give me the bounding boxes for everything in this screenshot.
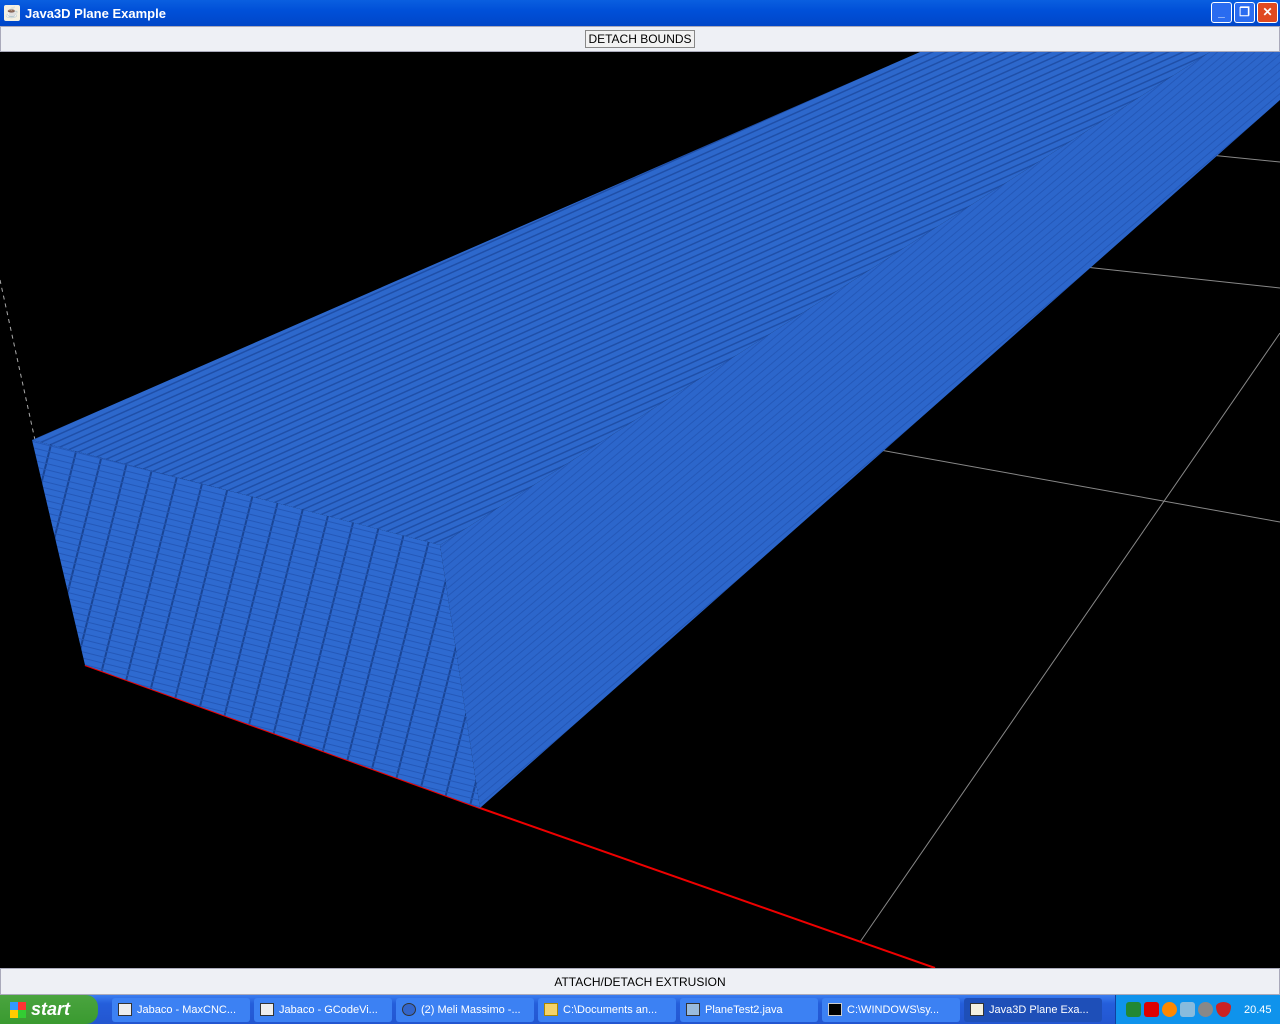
grid-line [1084, 266, 1280, 289]
task-label: (2) Meli Massimo -... [421, 1003, 521, 1016]
taskbar-item[interactable]: C:\Documents an... [538, 997, 676, 1022]
minimize-button[interactable]: _ [1211, 2, 1232, 23]
start-button[interactable]: start [0, 995, 98, 1024]
detach-bounds-button[interactable]: DETACH BOUNDS [585, 30, 695, 48]
taskbar-item-active[interactable]: Java3D Plane Exa... [964, 997, 1102, 1022]
grid-line [1209, 154, 1280, 163]
editor-icon [686, 1003, 700, 1016]
taskbar: start Jabaco - MaxCNC... Jabaco - GCodeV… [0, 995, 1280, 1024]
taskbar-item[interactable]: C:\WINDOWS\sy... [822, 997, 960, 1022]
taskbar-item[interactable]: Jabaco - GCodeVi... [254, 997, 392, 1022]
messenger-icon [402, 1003, 416, 1016]
tray-app-icon[interactable] [1126, 1002, 1141, 1017]
attach-detach-extrusion-button[interactable]: ATTACH/DETACH EXTRUSION [552, 974, 727, 990]
close-button[interactable]: ✕ [1257, 2, 1278, 23]
windows-logo-icon [10, 1001, 26, 1018]
top-panel: DETACH BOUNDS [0, 26, 1280, 52]
start-label: start [31, 999, 71, 1019]
java-icon: ☕ [4, 5, 20, 21]
folder-icon [544, 1003, 558, 1016]
task-label: C:\Documents an... [563, 1003, 658, 1016]
task-label: Jabaco - MaxCNC... [137, 1003, 237, 1016]
task-label: PlaneTest2.java [705, 1003, 783, 1016]
bounds-line [0, 279, 36, 441]
taskbar-item[interactable]: (2) Meli Massimo -... [396, 997, 534, 1022]
grid-line [879, 449, 1280, 523]
title-bar: ☕ Java3D Plane Example _ ❐ ✕ [0, 0, 1280, 26]
window-title: Java3D Plane Example [25, 5, 166, 21]
system-tray: 20.45 [1115, 995, 1280, 1024]
console-icon [828, 1003, 842, 1016]
window-icon [118, 1003, 132, 1016]
ati-icon[interactable] [1144, 1002, 1159, 1017]
3d-canvas[interactable] [0, 52, 1280, 969]
volume-icon[interactable] [1198, 1002, 1213, 1017]
network-icon[interactable] [1180, 1002, 1195, 1017]
task-label: C:\WINDOWS\sy... [847, 1003, 940, 1016]
x-axis-line [479, 807, 936, 969]
security-shield-icon[interactable] [1216, 1002, 1231, 1017]
grid-line [859, 332, 1280, 943]
taskbar-item[interactable]: PlaneTest2.java [680, 997, 818, 1022]
maximize-button[interactable]: ❐ [1234, 2, 1255, 23]
java-icon [970, 1003, 984, 1016]
avast-icon[interactable] [1162, 1002, 1177, 1017]
bottom-panel: ATTACH/DETACH EXTRUSION [0, 968, 1280, 995]
task-label: Java3D Plane Exa... [989, 1003, 1089, 1016]
taskbar-item[interactable]: Jabaco - MaxCNC... [112, 997, 250, 1022]
window-icon [260, 1003, 274, 1016]
task-label: Jabaco - GCodeVi... [279, 1003, 378, 1016]
clock[interactable]: 20.45 [1244, 1004, 1272, 1016]
